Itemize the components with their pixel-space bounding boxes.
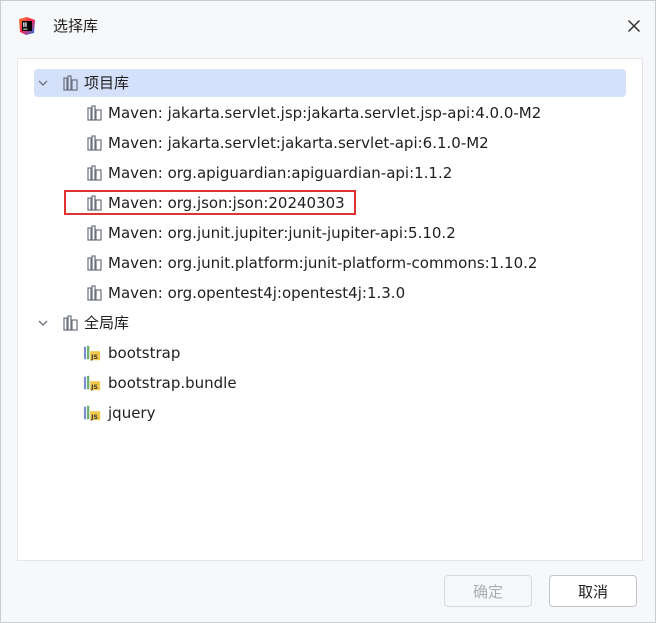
tree-item-label: Maven: jakarta.servlet:jakarta.servlet-a… [108, 134, 489, 152]
tree-item-js-library[interactable]: JS jquery [18, 398, 642, 428]
library-icon [87, 255, 102, 271]
library-icon [63, 315, 78, 331]
tree-item-label: Maven: org.apiguardian:apiguardian-api:1… [108, 164, 453, 182]
library-tree[interactable]: 项目库 Maven: jakarta.servlet.jsp:jakarta.s… [17, 58, 643, 561]
cancel-button[interactable]: 取消 [549, 575, 637, 607]
dialog-title: 选择库 [53, 17, 99, 35]
title-bar: 选择库 [1, 1, 655, 51]
tree-item-library[interactable]: Maven: jakarta.servlet:jakarta.servlet-a… [18, 128, 642, 158]
tree-item-label: bootstrap.bundle [108, 374, 237, 392]
tree-item-label: Maven: jakarta.servlet.jsp:jakarta.servl… [108, 104, 542, 122]
tree-item-library[interactable]: Maven: org.apiguardian:apiguardian-api:1… [18, 158, 642, 188]
library-icon [87, 285, 102, 301]
tree-item-library[interactable]: Maven: org.opentest4j:opentest4j:1.3.0 [18, 278, 642, 308]
js-library-icon: JS [83, 405, 101, 421]
library-icon [63, 75, 78, 91]
close-button[interactable] [621, 13, 647, 39]
tree-item-js-library[interactable]: JS bootstrap [18, 338, 642, 368]
tree-item-label: Maven: org.junit.jupiter:junit-jupiter-a… [108, 224, 456, 242]
library-icon [87, 225, 102, 241]
js-library-icon: JS [83, 375, 101, 391]
library-icon [87, 135, 102, 151]
tree-item-label: bootstrap [108, 344, 181, 362]
library-icon [87, 165, 102, 181]
intellij-idea-icon [19, 17, 35, 35]
chevron-down-icon[interactable] [36, 316, 50, 330]
tree-item-library[interactable]: Maven: org.junit.jupiter:junit-jupiter-a… [18, 218, 642, 248]
tree-group-label: 全局库 [84, 314, 130, 332]
tree-item-library[interactable]: Maven: org.junit.platform:junit-platform… [18, 248, 642, 278]
library-icon [87, 105, 102, 121]
js-library-icon: JS [83, 345, 101, 361]
chevron-down-icon[interactable] [36, 76, 50, 90]
ok-button[interactable]: 确定 [444, 575, 532, 607]
svg-text:JS: JS [90, 384, 98, 391]
tree-group-global-libraries[interactable]: 全局库 [18, 308, 642, 338]
tree-item-label: jquery [108, 404, 156, 422]
tree-item-label: Maven: org.opentest4j:opentest4j:1.3.0 [108, 284, 406, 302]
tree-group-project-libraries[interactable]: 项目库 [18, 68, 642, 98]
tree-group-label: 项目库 [84, 74, 130, 92]
svg-text:JS: JS [90, 354, 98, 361]
tree-item-library[interactable]: Maven: jakarta.servlet.jsp:jakarta.servl… [18, 98, 642, 128]
tree-item-label: Maven: org.junit.platform:junit-platform… [108, 254, 538, 272]
annotation-box [64, 190, 356, 215]
svg-text:JS: JS [90, 414, 98, 421]
close-icon [628, 20, 640, 32]
choose-library-dialog: 选择库 项目库 Maven: jakarta.servlet.jsp:jakar… [0, 0, 656, 623]
tree-item-js-library[interactable]: JS bootstrap.bundle [18, 368, 642, 398]
